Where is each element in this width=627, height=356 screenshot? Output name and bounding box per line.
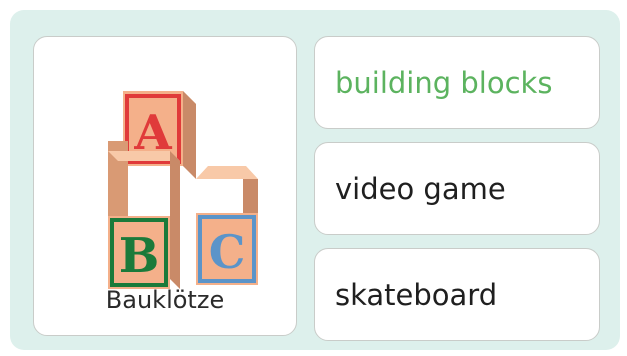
option-skateboard[interactable]: skateboard <box>314 248 600 341</box>
block-letter-b: B <box>119 228 160 284</box>
option-building-blocks[interactable]: building blocks <box>314 36 600 129</box>
block-c: C <box>196 166 258 285</box>
abc-blocks-icon: A B C <box>108 91 258 289</box>
option-label: skateboard <box>335 277 498 312</box>
picture-label: Bauklötze <box>105 286 225 314</box>
block-letter-c: C <box>209 225 246 279</box>
picture-card: A B C Bauklötze <box>33 36 297 336</box>
option-video-game[interactable]: video game <box>314 142 600 235</box>
block-b: B <box>108 151 180 289</box>
option-label: building blocks <box>335 65 553 100</box>
option-label: video game <box>335 171 506 206</box>
